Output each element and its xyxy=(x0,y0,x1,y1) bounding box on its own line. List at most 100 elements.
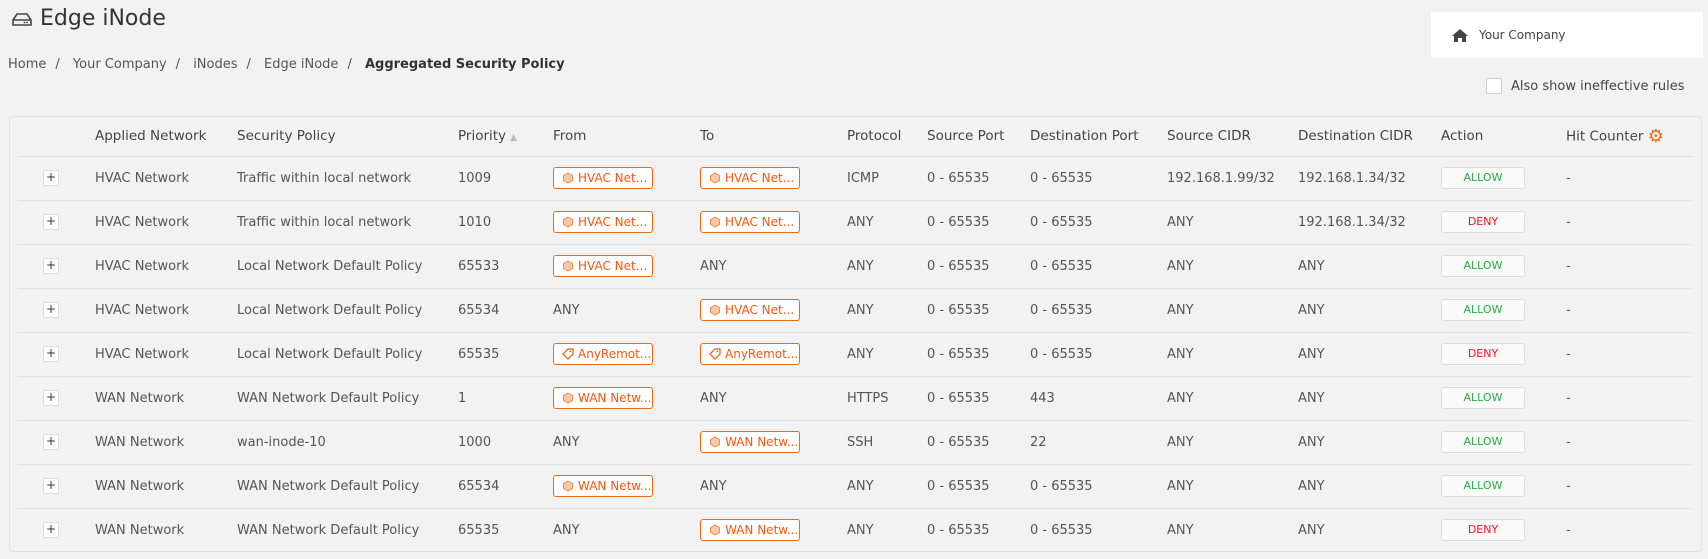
from-tag[interactable]: HVAC Net... xyxy=(553,255,653,277)
network-icon xyxy=(563,216,573,228)
destination-port-cell: 0 - 65535 xyxy=(1030,522,1093,538)
table-row: + HVAC Network Local Network Default Polic… xyxy=(18,288,1693,333)
from-tag-label: WAN Netw... xyxy=(578,391,652,405)
company-selector[interactable]: Your Company xyxy=(1431,12,1703,58)
priority-cell: 65535 xyxy=(458,522,500,538)
action-badge[interactable]: ALLOW xyxy=(1441,299,1525,321)
action-badge[interactable]: DENY xyxy=(1441,211,1525,233)
from-tag-label: AnyRemot... xyxy=(578,347,652,361)
action-badge[interactable]: ALLOW xyxy=(1441,167,1525,189)
to-value: ANY xyxy=(700,390,727,406)
to-cell: AnyRemot... xyxy=(700,332,847,377)
title-text: Edge iNode xyxy=(40,6,166,31)
network-icon xyxy=(710,524,720,536)
expand-row-button[interactable]: + xyxy=(43,522,59,539)
expand-row-button[interactable]: + xyxy=(43,214,59,230)
to-tag[interactable]: HVAC Net... xyxy=(700,167,800,189)
from-tag[interactable]: WAN Netw... xyxy=(553,475,653,497)
protocol-cell: ICMP xyxy=(847,156,927,201)
breadcrumb-company[interactable]: Your Company xyxy=(73,57,167,72)
from-tag[interactable]: HVAC Net... xyxy=(553,211,653,233)
to-tag[interactable]: WAN Netw... xyxy=(700,431,800,453)
to-tag-label: HVAC Net... xyxy=(725,215,795,229)
hit-counter-cell: - xyxy=(1566,288,1693,333)
from-cell: ANY xyxy=(553,288,700,333)
home-icon xyxy=(1452,28,1468,42)
action-badge[interactable]: ALLOW xyxy=(1441,475,1525,497)
destination-cidr-cell: ANY xyxy=(1298,332,1441,377)
network-icon xyxy=(563,480,573,492)
source-port-cell: 0 - 65535 xyxy=(927,376,1030,421)
action-cell: ALLOW xyxy=(1441,156,1566,201)
source-cidr-cell: 192.168.1.99/32 xyxy=(1167,156,1298,201)
from-tag-label: HVAC Net... xyxy=(578,215,648,229)
destination-cidr-cell: ANY xyxy=(1298,244,1441,289)
breadcrumb-home[interactable]: Home xyxy=(8,57,46,72)
table-row: + HVAC Network Traffic within local networ… xyxy=(18,200,1693,245)
action-badge[interactable]: ALLOW xyxy=(1441,387,1525,409)
to-cell: HVAC Net... xyxy=(700,200,847,245)
action-badge[interactable]: ALLOW xyxy=(1441,431,1525,453)
expand-row-button[interactable]: + xyxy=(43,258,59,274)
to-tag[interactable]: AnyRemot... xyxy=(700,343,800,365)
expand-row-button[interactable]: + xyxy=(43,346,59,362)
expand-row-button[interactable]: + xyxy=(43,478,59,494)
from-tag-label: WAN Netw... xyxy=(578,479,652,493)
expand-row-button[interactable]: + xyxy=(43,390,59,406)
action-cell: ALLOW xyxy=(1441,244,1566,289)
applied-network-cell: HVAC Network xyxy=(95,244,237,289)
to-tag[interactable]: HVAC Net... xyxy=(700,299,800,321)
from-tag[interactable]: AnyRemot... xyxy=(553,343,653,365)
destination-port-cell: 0 - 65535 xyxy=(1030,332,1167,377)
from-cell: HVAC Net... xyxy=(553,200,700,245)
protocol-cell: HTTPS xyxy=(847,376,927,421)
from-tag[interactable]: HVAC Net... xyxy=(553,167,653,189)
hit-counter-cell: - xyxy=(1566,200,1693,245)
expand-row-button[interactable]: + xyxy=(43,170,59,186)
col-security-policy: Security Policy xyxy=(237,117,458,157)
breadcrumb: Home / Your Company / iNodes / Edge iNode / … xyxy=(8,57,565,72)
security-policy-table: Applied Network Security Policy Priority… xyxy=(18,117,1693,552)
page-title: Edge iNode xyxy=(12,6,166,31)
table-row: + WAN Network WAN Network Default Policy 65… xyxy=(18,508,1693,552)
from-cell: WAN Netw... xyxy=(553,376,700,421)
expand-cell: + xyxy=(18,420,95,465)
expand-row-button[interactable]: + xyxy=(43,302,59,318)
expand-cell: + xyxy=(18,464,95,509)
action-badge[interactable]: DENY xyxy=(1441,519,1525,542)
applied-network-cell: HVAC Network xyxy=(95,332,237,377)
breadcrumb-inodes[interactable]: iNodes xyxy=(193,57,237,72)
col-destination-port: Destination Port xyxy=(1030,117,1167,157)
priority-cell: 65534 xyxy=(458,288,553,333)
action-cell: ALLOW xyxy=(1441,420,1566,465)
network-icon xyxy=(563,392,573,404)
ineffective-rules-toggle[interactable]: Also show ineffective rules xyxy=(1486,78,1685,94)
destination-cidr-cell: ANY xyxy=(1298,522,1325,538)
network-icon xyxy=(710,172,720,184)
to-tag[interactable]: HVAC Net... xyxy=(700,211,800,233)
col-protocol: Protocol xyxy=(847,117,927,157)
col-priority[interactable]: Priority ▲ xyxy=(458,117,553,157)
to-tag[interactable]: WAN Netw... xyxy=(700,519,800,542)
source-cidr-cell: ANY xyxy=(1167,200,1298,245)
expand-cell: + xyxy=(18,508,95,552)
tag-icon xyxy=(562,348,574,360)
expand-row-button[interactable]: + xyxy=(43,434,59,450)
priority-cell: 65534 xyxy=(458,464,553,509)
action-badge[interactable]: DENY xyxy=(1441,343,1525,365)
from-tag[interactable]: WAN Netw... xyxy=(553,387,653,409)
destination-port-cell: 0 - 65535 xyxy=(1030,200,1167,245)
breadcrumb-edge-inode[interactable]: Edge iNode xyxy=(264,57,338,72)
protocol-cell: ANY xyxy=(847,522,874,538)
action-badge[interactable]: ALLOW xyxy=(1441,255,1525,277)
col-hit-counter: Hit Counter ⚙ xyxy=(1566,117,1693,157)
network-icon xyxy=(563,172,573,184)
source-port-cell: 0 - 65535 xyxy=(927,332,1030,377)
security-policy-cell: wan-inode-10 xyxy=(237,420,458,465)
gear-refresh-icon[interactable]: ⚙ xyxy=(1648,126,1664,147)
col-from: From xyxy=(553,117,700,157)
ineffective-rules-checkbox[interactable] xyxy=(1486,78,1502,94)
col-priority-label: Priority xyxy=(458,128,507,145)
sort-icon[interactable]: ▲ xyxy=(510,133,517,143)
hard-drive-icon xyxy=(12,12,32,26)
